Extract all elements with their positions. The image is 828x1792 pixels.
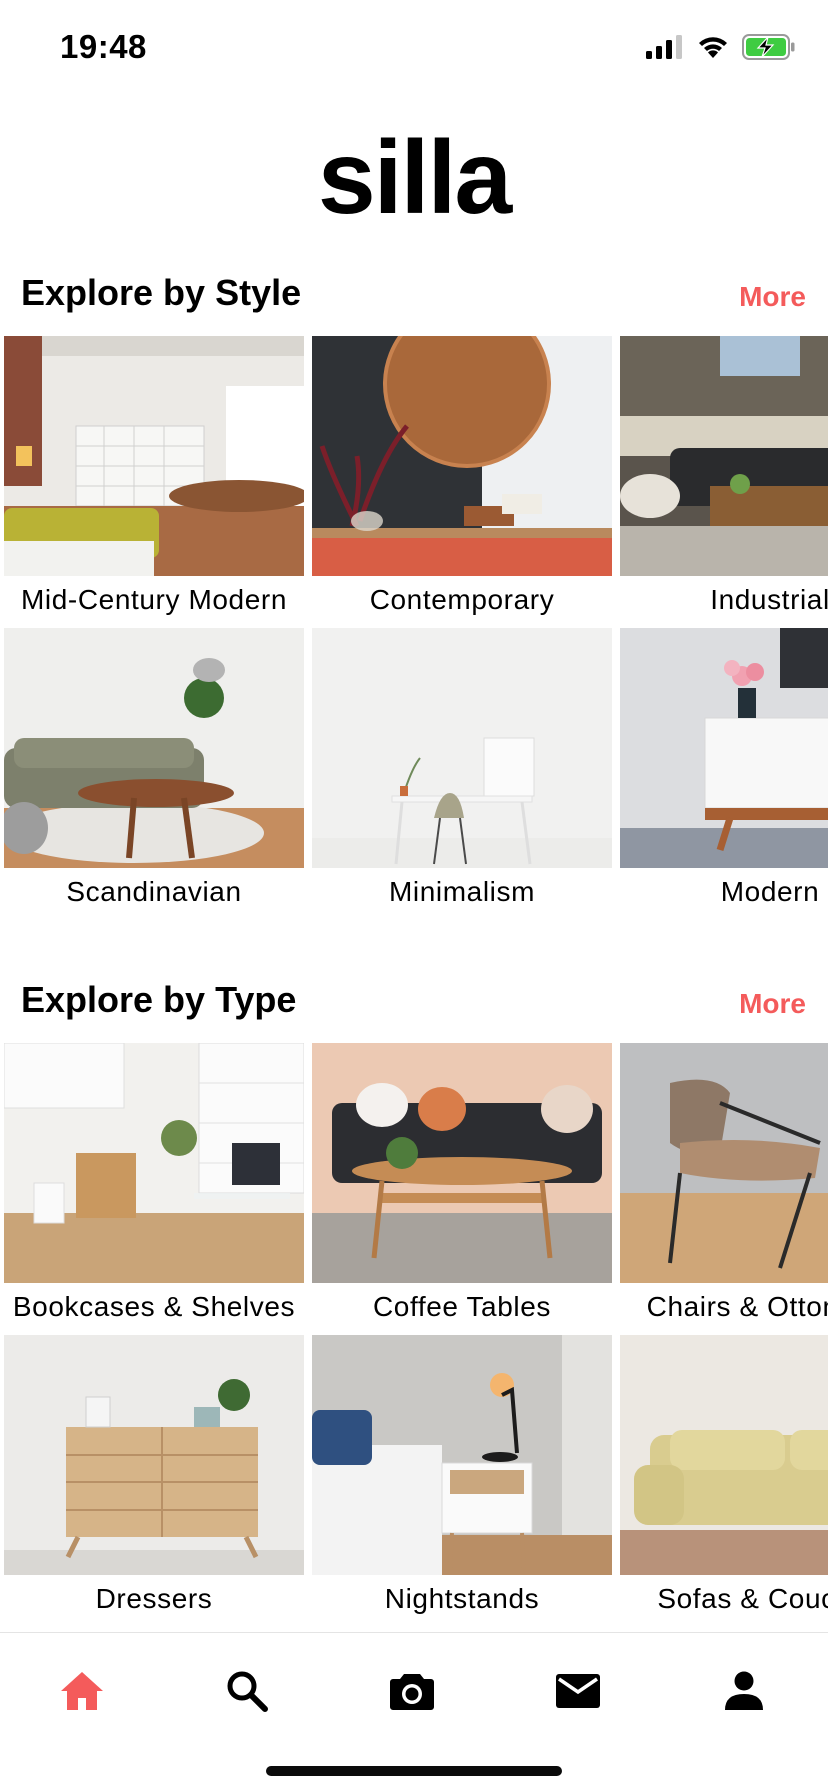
style-label-minimalism: Minimalism xyxy=(389,876,535,907)
bookcases-shelves-image xyxy=(4,1043,304,1283)
contemporary-image xyxy=(312,336,612,576)
tab-home[interactable] xyxy=(52,1661,112,1721)
type-grid: Bookcases & Shelves Coffee Tables Chairs… xyxy=(0,1043,828,1623)
type-more-link[interactable]: More xyxy=(739,979,806,1029)
style-more-link[interactable]: More xyxy=(739,272,806,322)
home-icon xyxy=(61,1672,103,1710)
chairs-ottomans-image xyxy=(620,1043,828,1283)
camera-icon xyxy=(390,1674,434,1710)
type-section-title: Explore by Type xyxy=(21,979,297,1020)
type-tile-coffee-tables[interactable]: Coffee Tables xyxy=(312,1043,612,1333)
type-label-bookcases-shelves: Bookcases & Shelves xyxy=(12,1291,296,1322)
scandinavian-image xyxy=(4,628,304,868)
style-tile-industrial[interactable]: Industrial xyxy=(620,336,828,626)
style-label-industrial: Industrial xyxy=(710,584,828,615)
style-tile-contemporary[interactable]: Contemporary xyxy=(312,336,612,626)
signal-icon xyxy=(646,35,682,59)
tab-profile[interactable] xyxy=(714,1661,774,1721)
minimalism-image xyxy=(312,628,612,868)
type-tile-sofas-couches[interactable]: Sofas & Couches xyxy=(620,1335,828,1623)
status-icons xyxy=(646,34,796,60)
style-grid: Mid-Century Modern Contemporary Industri… xyxy=(0,336,828,916)
search-icon xyxy=(227,1671,268,1712)
tab-search[interactable] xyxy=(217,1661,277,1721)
profile-icon xyxy=(725,1671,763,1710)
style-label-mid-century-modern: Mid-Century Modern xyxy=(21,584,287,615)
style-label-modern: Modern xyxy=(720,876,820,907)
style-tile-mid-century-modern[interactable]: Mid-Century Modern xyxy=(4,336,304,626)
style-tile-modern[interactable]: Modern xyxy=(620,628,828,916)
style-section-title: Explore by Style xyxy=(21,272,302,313)
nightstands-image xyxy=(312,1335,612,1575)
coffee-tables-image xyxy=(312,1043,612,1283)
type-tile-bookcases-shelves[interactable]: Bookcases & Shelves xyxy=(4,1043,304,1333)
type-label-nightstands: Nightstands xyxy=(384,1583,540,1614)
tab-messages[interactable] xyxy=(548,1661,608,1721)
tab-camera[interactable] xyxy=(382,1661,442,1721)
type-label-dressers: Dressers xyxy=(95,1583,213,1614)
type-tile-chairs-ottomans[interactable]: Chairs & Ottomans xyxy=(620,1043,828,1333)
type-tile-dressers[interactable]: Dressers xyxy=(4,1335,304,1623)
type-label-chairs-ottomans: Chairs & Ottomans xyxy=(646,1291,828,1322)
style-section-header: Explore by Style More xyxy=(0,268,828,318)
app-title: silla xyxy=(317,120,512,236)
type-label-sofas-couches: Sofas & Couches xyxy=(657,1583,828,1614)
type-label-coffee-tables: Coffee Tables xyxy=(372,1291,551,1322)
style-label-scandinavian: Scandinavian xyxy=(66,876,242,907)
battery-icon xyxy=(742,34,795,60)
modern-image xyxy=(620,628,828,868)
type-section-header: Explore by Type More xyxy=(0,975,828,1025)
status-time: 19:48 xyxy=(60,28,147,65)
style-label-contemporary: Contemporary xyxy=(369,584,555,615)
sofas-couches-image xyxy=(620,1335,828,1575)
industrial-image xyxy=(620,336,828,576)
wifi-icon xyxy=(699,37,727,58)
status-bar: 19:48 xyxy=(0,0,828,100)
mid-century-modern-image xyxy=(4,336,304,576)
dressers-image xyxy=(4,1335,304,1575)
style-tile-scandinavian[interactable]: Scandinavian xyxy=(4,628,304,916)
home-indicator xyxy=(266,1766,562,1776)
type-tile-nightstands[interactable]: Nightstands xyxy=(312,1335,612,1623)
style-tile-minimalism[interactable]: Minimalism xyxy=(312,628,612,916)
mail-icon xyxy=(556,1674,600,1708)
